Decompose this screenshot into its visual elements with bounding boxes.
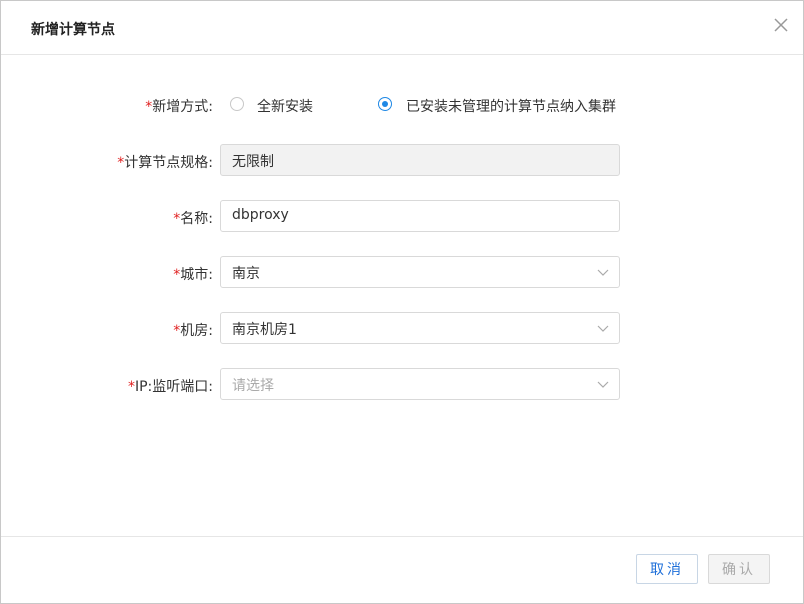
close-icon[interactable] [770,14,792,36]
dialog-header: 新增计算节点 [1,1,803,55]
room-row: *机房: 南京机房1 [1,312,803,344]
name-label: *名称: [173,211,213,227]
add-mode-label: *新增方式: [145,99,213,115]
spec-field: 无限制 [220,144,620,176]
city-label: *城市: [173,267,213,283]
chevron-down-icon[interactable] [597,378,609,390]
dialog-title: 新增计算节点 [31,22,115,38]
spec-label: *计算节点规格: [117,155,213,171]
spec-value: 无限制 [232,154,274,170]
room-value[interactable]: 南京机房1 [232,319,297,339]
dialog-footer: 取消 确认 [1,536,803,604]
room-select[interactable]: 南京机房1 [220,312,620,344]
add-mode-row: *新增方式: 全新安装 已安装未管理的计算节点纳入集群 [1,96,803,116]
city-select[interactable]: 南京 [220,256,620,288]
radio-adopt-existing-label[interactable]: 已安装未管理的计算节点纳入集群 [406,96,616,116]
ip-port-row: *IP:监听端口: 请选择 [1,368,803,400]
name-value[interactable]: dbproxy [232,207,289,223]
city-row: *城市: 南京 [1,256,803,288]
spec-row: *计算节点规格: 无限制 [1,144,803,176]
add-compute-node-dialog: 新增计算节点 *新增方式: 全新安装 已安装未管理的计算节点纳入集群 *计算节点… [0,0,804,604]
ip-port-select[interactable]: 请选择 [220,368,620,400]
confirm-button[interactable]: 确认 [708,554,770,584]
radio-fresh-install[interactable] [230,97,244,111]
radio-adopt-existing[interactable] [378,97,392,111]
ip-port-placeholder[interactable]: 请选择 [232,375,274,395]
name-row: *名称: dbproxy [1,200,803,232]
room-label: *机房: [173,323,213,339]
city-value[interactable]: 南京 [232,263,260,283]
radio-fresh-install-label[interactable]: 全新安装 [257,96,313,116]
chevron-down-icon[interactable] [597,322,609,334]
chevron-down-icon[interactable] [597,266,609,278]
cancel-button[interactable]: 取消 [636,554,698,584]
ip-port-label: *IP:监听端口: [127,379,213,395]
name-input[interactable]: dbproxy [220,200,620,232]
